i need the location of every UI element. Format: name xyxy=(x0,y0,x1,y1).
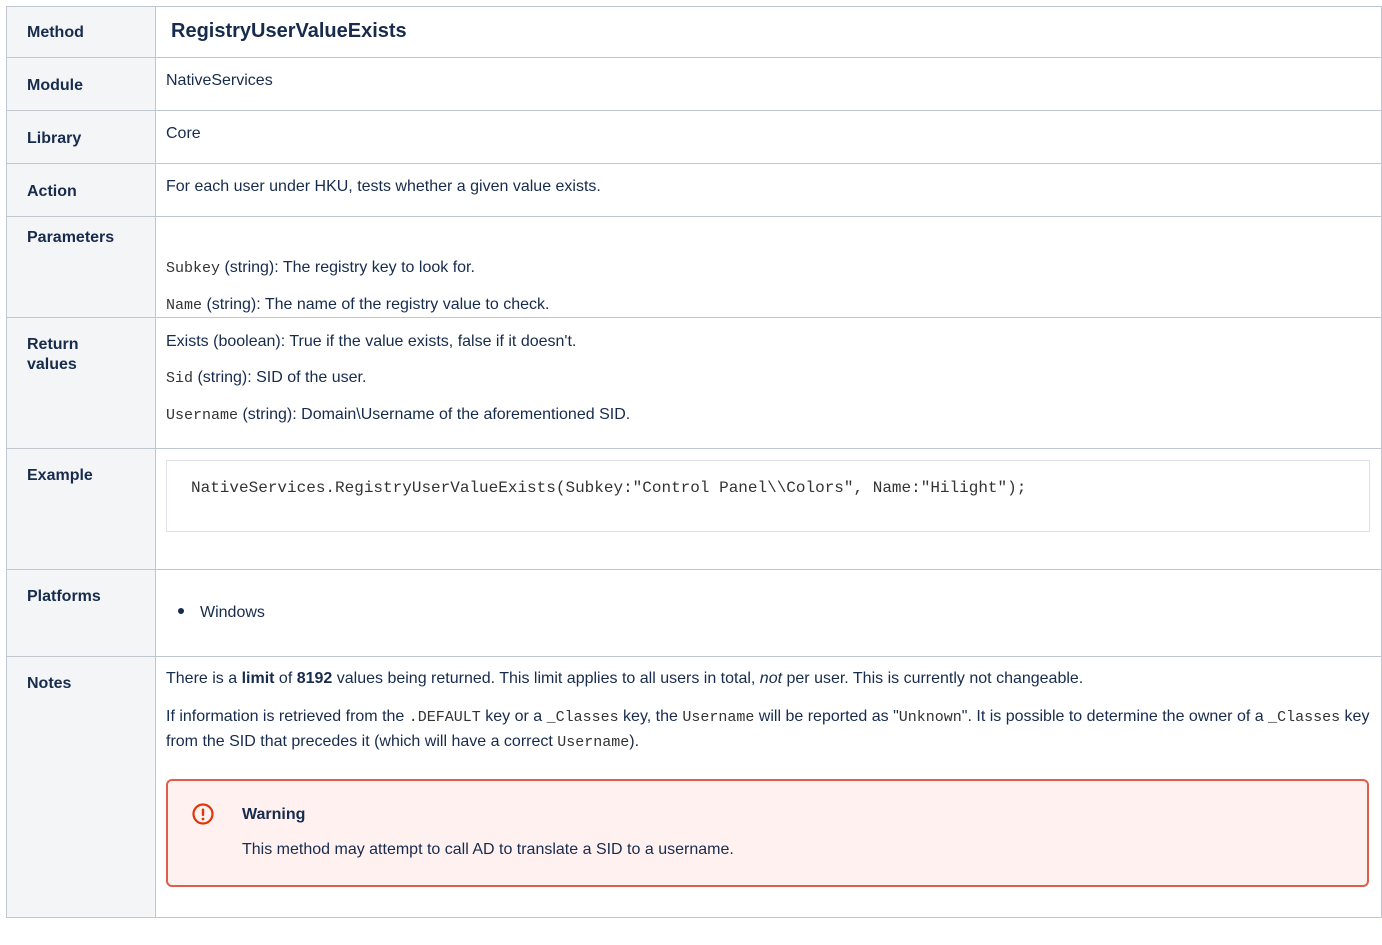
method-header: Method xyxy=(6,6,156,58)
warning-title: Warning xyxy=(242,806,306,823)
return-value-item: Sid (string): SID of the user. xyxy=(156,352,1381,389)
return-value-name: Username xyxy=(166,407,239,424)
parameter-name: Name xyxy=(166,297,203,314)
notes-paragraph-2: If information is retrieved from the .DE… xyxy=(166,708,1370,751)
parameter-item: Name (string): The name of the registry … xyxy=(156,279,1381,316)
notes-cell: There is a limit of 8192 values being re… xyxy=(155,656,1382,918)
library-row: Library Core xyxy=(6,110,1382,164)
notes-row: Notes There is a limit of 8192 values be… xyxy=(6,656,1382,918)
method-row: Method RegistryUserValueExists xyxy=(6,6,1382,58)
notes-header: Notes xyxy=(6,656,156,918)
example-header: Example xyxy=(6,448,156,570)
module-row: Module NativeServices xyxy=(6,57,1382,111)
action-value-cell: For each user under HKU, tests whether a… xyxy=(155,163,1382,217)
notes-paragraph-1: There is a limit of 8192 values being re… xyxy=(166,670,1084,687)
action-header: Action xyxy=(6,163,156,217)
return-value-name: Sid xyxy=(166,370,194,387)
platform-list-item: Windows xyxy=(156,570,1381,623)
parameter-item: Subkey (string): The registry key to loo… xyxy=(156,217,1381,279)
return-value-item: Exists (boolean): True if the value exis… xyxy=(166,333,577,350)
example-cell: NativeServices.RegistryUserValueExists(S… xyxy=(155,448,1382,570)
platforms-cell: Windows xyxy=(155,569,1382,657)
parameters-row: Parameters Subkey (string): The registry… xyxy=(6,216,1382,318)
library-value: Core xyxy=(166,125,201,142)
return-value-item: Username (string): Domain\Username of th… xyxy=(156,389,1381,426)
module-value-cell: NativeServices xyxy=(155,57,1382,111)
parameter-description: (string): The registry key to look for. xyxy=(220,259,475,276)
code-block[interactable]: NativeServices.RegistryUserValueExists(S… xyxy=(166,460,1370,532)
platforms-header: Platforms xyxy=(6,569,156,657)
method-reference-table: Method RegistryUserValueExists Module Na… xyxy=(6,6,1382,918)
return-value-description: (string): SID of the user. xyxy=(193,369,367,386)
parameters-header: Parameters xyxy=(6,216,156,318)
library-header: Library xyxy=(6,110,156,164)
method-value-cell: RegistryUserValueExists xyxy=(155,6,1382,58)
return-values-header: Return values xyxy=(6,317,156,449)
module-value: NativeServices xyxy=(166,72,273,89)
warning-body: This method may attempt to call AD to tr… xyxy=(242,841,734,858)
return-values-row: Return values Exists (boolean): True if t… xyxy=(6,317,1382,449)
parameters-value-cell: Subkey (string): The registry key to loo… xyxy=(155,216,1382,318)
example-row: Example NativeServices.RegistryUserValue… xyxy=(6,448,1382,570)
module-header: Module xyxy=(6,57,156,111)
action-value: For each user under HKU, tests whether a… xyxy=(166,178,601,195)
platforms-row: Platforms Windows xyxy=(6,569,1382,657)
warning-panel: Warning This method may attempt to call … xyxy=(166,779,1369,887)
bullet-icon xyxy=(178,607,184,614)
action-row: Action For each user under HKU, tests wh… xyxy=(6,163,1382,217)
exclamation-circle-icon xyxy=(192,803,214,825)
parameter-name: Subkey xyxy=(166,260,221,277)
method-name: RegistryUserValueExists xyxy=(171,20,407,42)
return-values-cell: Exists (boolean): True if the value exis… xyxy=(155,317,1382,449)
return-value-description: (string): Domain\Username of the aforeme… xyxy=(238,406,631,423)
library-value-cell: Core xyxy=(155,110,1382,164)
example-code: NativeServices.RegistryUserValueExists(S… xyxy=(191,479,1027,497)
parameter-description: (string): The name of the registry value… xyxy=(202,296,550,313)
